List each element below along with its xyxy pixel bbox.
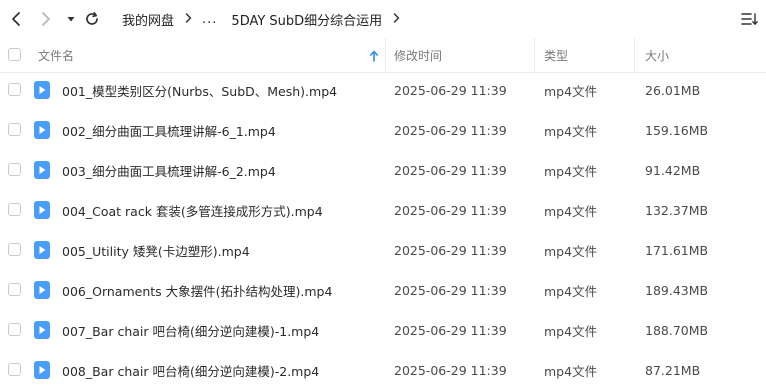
column-header-size[interactable]: 大小 <box>645 38 669 72</box>
file-modified: 2025-06-29 11:39 <box>394 82 507 98</box>
column-header-name[interactable]: 文件名 <box>38 38 74 72</box>
file-type: mp4文件 <box>544 83 598 99</box>
row-checkbox[interactable] <box>8 83 21 96</box>
toolbar: 我的网盘 ... 5DAY SubD细分综合运用 <box>0 0 766 38</box>
file-type: mp4文件 <box>544 283 598 299</box>
file-size: 159.16MB <box>645 122 709 138</box>
row-checkbox[interactable] <box>8 163 21 176</box>
row-checkbox[interactable] <box>8 243 21 256</box>
file-size: 171.61MB <box>645 242 709 258</box>
video-file-icon <box>34 281 50 299</box>
file-modified: 2025-06-29 11:39 <box>394 242 507 258</box>
file-row[interactable]: 006_Ornaments 大象摆件(拓扑结构处理).mp4 2025-06-2… <box>0 270 766 310</box>
file-name[interactable]: 002_细分曲面工具梳理讲解-6_1.mp4 <box>62 110 276 150</box>
row-checkbox[interactable] <box>8 123 21 136</box>
file-type: mp4文件 <box>544 243 598 259</box>
file-row[interactable]: 008_Bar chair 吧台椅(细分逆向建模)-2.mp4 2025-06-… <box>0 350 766 390</box>
file-modified: 2025-06-29 11:39 <box>394 322 507 338</box>
file-name[interactable]: 003_细分曲面工具梳理讲解-6_2.mp4 <box>62 150 276 190</box>
file-modified: 2025-06-29 11:39 <box>394 362 507 378</box>
column-header-type[interactable]: 类型 <box>544 38 568 72</box>
file-name[interactable]: 001_模型类别区分(Nurbs、SubD、Mesh).mp4 <box>62 70 337 110</box>
file-modified: 2025-06-29 11:39 <box>394 202 507 218</box>
file-size: 188.70MB <box>645 322 709 338</box>
breadcrumb-item-current[interactable]: 5DAY SubD细分综合运用 <box>231 10 382 29</box>
file-row[interactable]: 001_模型类别区分(Nurbs、SubD、Mesh).mp4 2025-06-… <box>0 70 766 110</box>
file-type: mp4文件 <box>544 363 598 379</box>
file-size: 26.01MB <box>645 82 701 98</box>
column-divider[interactable] <box>534 38 535 72</box>
forward-icon[interactable] <box>36 9 56 29</box>
chevron-right-icon <box>393 12 400 27</box>
sort-up-arrow-icon[interactable] <box>367 48 381 62</box>
refresh-icon[interactable] <box>82 9 102 29</box>
file-size: 189.43MB <box>645 282 709 298</box>
video-file-icon <box>34 361 50 379</box>
row-checkbox[interactable] <box>8 323 21 336</box>
file-name[interactable]: 008_Bar chair 吧台椅(细分逆向建模)-2.mp4 <box>62 350 319 390</box>
video-file-icon <box>34 161 50 179</box>
file-type: mp4文件 <box>544 203 598 219</box>
video-file-icon <box>34 241 50 259</box>
file-modified: 2025-06-29 11:39 <box>394 162 507 178</box>
breadcrumb-collapsed[interactable]: ... <box>202 12 217 27</box>
row-checkbox[interactable] <box>8 203 21 216</box>
row-checkbox[interactable] <box>8 363 21 376</box>
file-modified: 2025-06-29 11:39 <box>394 122 507 138</box>
sort-list-icon[interactable] <box>740 9 760 29</box>
file-size: 132.37MB <box>645 202 709 218</box>
select-all-checkbox[interactable] <box>8 48 21 61</box>
file-size: 87.21MB <box>645 362 701 378</box>
column-divider[interactable] <box>634 38 635 72</box>
file-row[interactable]: 007_Bar chair 吧台椅(细分逆向建模)-1.mp4 2025-06-… <box>0 310 766 350</box>
file-row[interactable]: 002_细分曲面工具梳理讲解-6_1.mp4 2025-06-29 11:39 … <box>0 110 766 150</box>
column-header-modified[interactable]: 修改时间 <box>394 38 442 72</box>
back-icon[interactable] <box>6 9 26 29</box>
video-file-icon <box>34 321 50 339</box>
file-name[interactable]: 005_Utility 矮凳(卡边塑形).mp4 <box>62 230 250 270</box>
video-file-icon <box>34 81 50 99</box>
chevron-right-icon <box>185 12 192 27</box>
file-row[interactable]: 004_Coat rack 套装(多管连接成形方式).mp4 2025-06-2… <box>0 190 766 230</box>
video-file-icon <box>34 201 50 219</box>
dropdown-caret-icon[interactable] <box>61 9 81 29</box>
file-type: mp4文件 <box>544 163 598 179</box>
breadcrumb-item-root[interactable]: 我的网盘 <box>122 10 174 29</box>
file-name[interactable]: 004_Coat rack 套装(多管连接成形方式).mp4 <box>62 190 323 230</box>
file-type: mp4文件 <box>544 323 598 339</box>
breadcrumb: 我的网盘 ... 5DAY SubD细分综合运用 <box>122 10 410 29</box>
file-name[interactable]: 006_Ornaments 大象摆件(拓扑结构处理).mp4 <box>62 270 332 310</box>
file-name[interactable]: 007_Bar chair 吧台椅(细分逆向建模)-1.mp4 <box>62 310 319 350</box>
file-type: mp4文件 <box>544 123 598 139</box>
column-divider[interactable] <box>385 38 386 72</box>
file-size: 91.42MB <box>645 162 701 178</box>
file-modified: 2025-06-29 11:39 <box>394 282 507 298</box>
file-list-header: 文件名 修改时间 类型 大小 <box>0 38 766 73</box>
file-row[interactable]: 005_Utility 矮凳(卡边塑形).mp4 2025-06-29 11:3… <box>0 230 766 270</box>
file-row[interactable]: 003_细分曲面工具梳理讲解-6_2.mp4 2025-06-29 11:39 … <box>0 150 766 190</box>
row-checkbox[interactable] <box>8 283 21 296</box>
video-file-icon <box>34 121 50 139</box>
